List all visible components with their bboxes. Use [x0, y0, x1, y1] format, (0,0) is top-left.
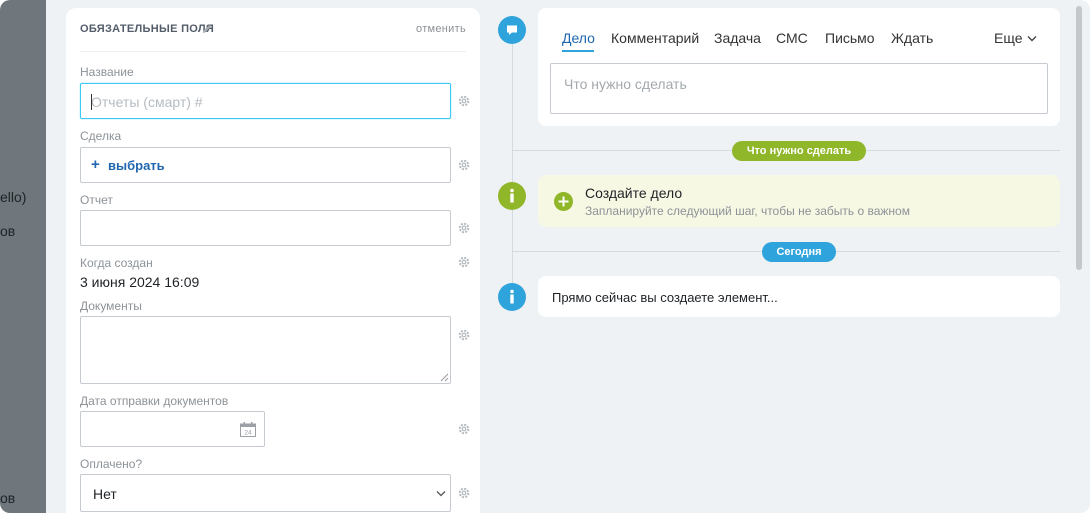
gear-icon[interactable] [458, 423, 470, 435]
todo-section-badge: Что нужно сделать [732, 141, 866, 161]
calendar-day: 24 [244, 430, 252, 437]
plus-icon: + [91, 156, 100, 173]
info-icon [510, 188, 514, 203]
activity-editor: Дело Комментарий Задача СМС Письмо Ждать… [538, 8, 1060, 126]
today-badge: Сегодня [762, 242, 836, 262]
info-icon [510, 289, 514, 304]
tab-letter[interactable]: Письмо [825, 30, 875, 46]
created-value: 3 июня 2024 16:09 [80, 274, 200, 290]
timeline-info-node [498, 283, 526, 311]
create-activity-subtitle: Запланируйте следующий шаг, чтобы не заб… [585, 204, 910, 218]
chevron-down-icon[interactable] [1027, 35, 1037, 42]
todo-placeholder: Что нужно сделать [564, 76, 687, 92]
deal-picker[interactable]: + выбрать [80, 147, 451, 183]
background-text: ов [0, 223, 16, 239]
docs-date-input[interactable]: 24 [80, 411, 265, 447]
name-label: Название [80, 65, 134, 79]
created-label: Когда создан [80, 256, 153, 270]
paid-select[interactable]: Нет [80, 474, 451, 512]
active-tab-indicator [562, 50, 594, 52]
report-input[interactable] [80, 210, 451, 246]
tab-sms[interactable]: СМС [776, 30, 808, 46]
background-page-overlay: ello) ов ов [0, 0, 46, 513]
paid-label: Оплачено? [80, 457, 143, 471]
timeline-comment-node [498, 16, 526, 44]
paid-select-value: Нет [93, 486, 117, 502]
tab-deal[interactable]: Дело [562, 30, 595, 46]
timeline-info-node [498, 182, 526, 210]
name-placeholder: Отчеты (смарт) # [91, 94, 203, 110]
chevron-down-icon [436, 491, 446, 497]
create-activity-card[interactable]: Создайте дело Запланируйте следующий шаг… [538, 175, 1060, 227]
window: ello) ов ов ОБЯЗАТЕЛЬНЫЕ ПОЛЯ отменить Н… [0, 0, 1090, 513]
gear-icon[interactable] [458, 95, 470, 107]
pencil-icon[interactable] [201, 23, 213, 35]
todo-input[interactable]: Что нужно сделать [550, 63, 1048, 114]
deal-label: Сделка [80, 129, 122, 143]
background-text: ов [0, 490, 16, 506]
report-label: Отчет [80, 193, 113, 207]
name-input[interactable]: Отчеты (смарт) # [80, 83, 451, 119]
calendar-icon[interactable]: 24 [240, 422, 256, 437]
current-item-text: Прямо сейчас вы создаете элемент... [552, 290, 778, 305]
plus-circle-icon[interactable] [554, 192, 573, 211]
card-title: ОБЯЗАТЕЛЬНЫЕ ПОЛЯ [80, 23, 215, 35]
current-item-card: Прямо сейчас вы создаете элемент... [538, 276, 1060, 317]
tab-task[interactable]: Задача [714, 30, 761, 46]
gear-icon[interactable] [458, 256, 470, 268]
documents-textarea[interactable] [80, 316, 451, 384]
cancel-link[interactable]: отменить [416, 23, 466, 35]
docs-date-label: Дата отправки документов [80, 394, 229, 408]
tab-wait[interactable]: Ждать [891, 30, 933, 46]
deal-select-link[interactable]: выбрать [108, 158, 165, 173]
gear-icon[interactable] [458, 329, 470, 341]
vertical-scrollbar[interactable] [1076, 6, 1082, 270]
timeline-line [512, 44, 513, 302]
tab-more[interactable]: Еще [994, 30, 1023, 46]
resize-handle-icon[interactable] [440, 373, 449, 382]
comment-icon [507, 25, 517, 35]
tab-comment[interactable]: Комментарий [611, 30, 699, 46]
gear-icon[interactable] [458, 222, 470, 234]
required-fields-card: ОБЯЗАТЕЛЬНЫЕ ПОЛЯ отменить Название Отче… [66, 8, 480, 513]
text-caret [91, 94, 92, 110]
gear-icon[interactable] [458, 159, 470, 171]
create-activity-title: Создайте дело [585, 185, 683, 201]
background-text: ello) [0, 189, 27, 205]
documents-label: Документы [80, 299, 142, 313]
card-header: ОБЯЗАТЕЛЬНЫЕ ПОЛЯ отменить [80, 8, 466, 52]
gear-icon[interactable] [458, 487, 470, 499]
